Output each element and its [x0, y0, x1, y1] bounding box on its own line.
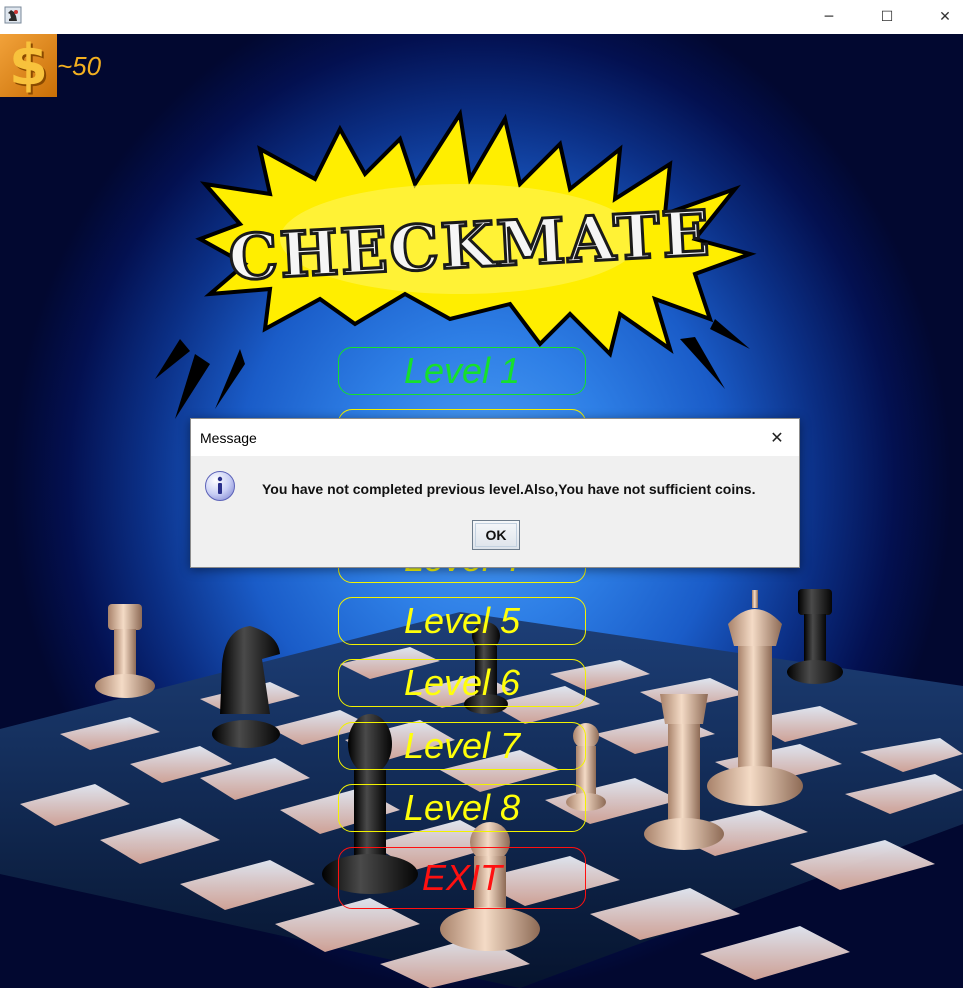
white-rook-piece [95, 604, 155, 698]
coin-icon: $ [0, 34, 57, 97]
message-dialog: Message ✕ You have not completed previou… [190, 418, 800, 568]
dialog-close-button[interactable]: ✕ [761, 421, 793, 453]
level-6-button[interactable]: Level 6 [338, 659, 586, 707]
minimize-button[interactable]: ─ [806, 0, 852, 34]
app-icon [4, 6, 22, 24]
level-5-button[interactable]: Level 5 [338, 597, 586, 645]
close-window-button[interactable]: ✕ [922, 0, 963, 34]
window-titlebar: ─ ☐ ✕ [0, 0, 963, 34]
dialog-titlebar: Message ✕ [191, 419, 799, 456]
maximize-button[interactable]: ☐ [864, 0, 910, 34]
dialog-title: Message [200, 430, 257, 446]
white-king-piece [707, 590, 803, 806]
white-queen-piece [644, 694, 724, 850]
level-7-button[interactable]: Level 7 [338, 722, 586, 770]
black-knight-piece [212, 626, 280, 748]
info-icon [205, 471, 235, 501]
black-rook-piece [787, 589, 843, 684]
ok-button[interactable]: OK [472, 520, 520, 550]
coin-count: ~50 [57, 51, 102, 81]
dialog-message: You have not completed previous level.Al… [262, 481, 756, 497]
level-1-button[interactable]: Level 1 [338, 347, 586, 395]
dollar-symbol: $ [9, 34, 48, 98]
exit-button[interactable]: EXIT [338, 847, 586, 909]
level-8-button[interactable]: Level 8 [338, 784, 586, 832]
